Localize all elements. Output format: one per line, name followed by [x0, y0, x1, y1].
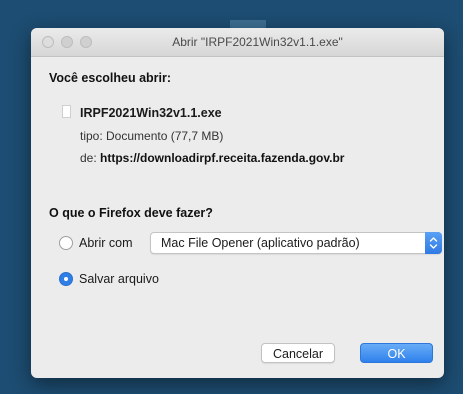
- ok-button[interactable]: OK: [360, 343, 433, 363]
- background-strip: [230, 20, 266, 28]
- download-dialog: Abrir "IRPF2021Win32v1.1.exe" Você escol…: [31, 28, 444, 378]
- action-question: O que o Firefox deve fazer?: [49, 206, 213, 220]
- cancel-button[interactable]: Cancelar: [261, 343, 335, 363]
- dialog-title: Abrir "IRPF2021Win32v1.1.exe": [172, 35, 343, 49]
- file-source-prefix: de:: [80, 151, 101, 165]
- open-with-radio[interactable]: [59, 236, 73, 250]
- file-type: tipo: Documento (77,7 MB): [80, 129, 224, 143]
- title-bar: Abrir "IRPF2021Win32v1.1.exe": [31, 28, 444, 57]
- save-file-label[interactable]: Salvar arquivo: [79, 272, 159, 286]
- file-name: IRPF2021Win32v1.1.exe: [80, 106, 222, 120]
- application-select-value: Mac File Opener (aplicativo padrão): [161, 236, 360, 250]
- you-chose-heading: Você escolheu abrir:: [49, 71, 172, 85]
- select-arrows-icon: [425, 232, 442, 254]
- file-source: de: https://downloadirpf.receita.fazenda…: [80, 151, 344, 165]
- document-icon: [62, 105, 71, 118]
- application-select[interactable]: Mac File Opener (aplicativo padrão): [150, 232, 442, 254]
- file-source-url: https://downloadirpf.receita.fazenda.gov…: [100, 151, 345, 165]
- save-file-radio[interactable]: [59, 272, 73, 286]
- open-with-label[interactable]: Abrir com: [79, 236, 132, 250]
